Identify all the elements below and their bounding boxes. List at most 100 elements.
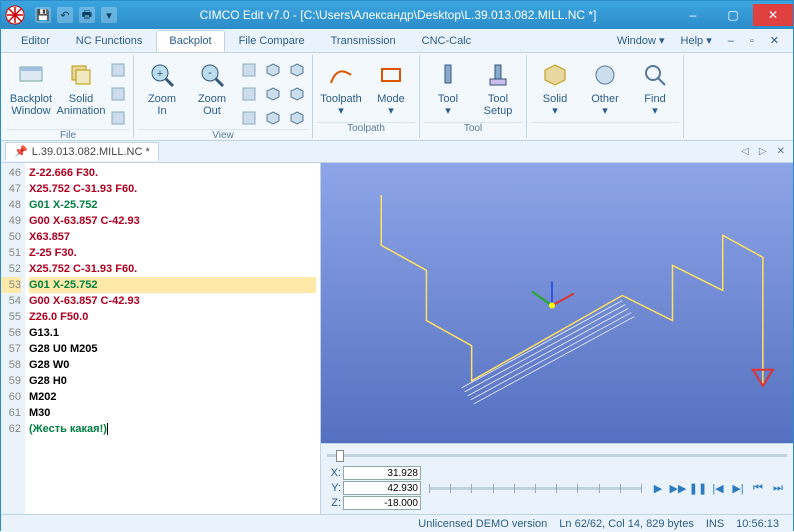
skip-fwd-button[interactable]: ⏭: [769, 479, 787, 497]
find-label: Find ▾: [644, 93, 665, 117]
maximize-button[interactable]: ▢: [713, 4, 753, 26]
solid-animation-icon: [65, 59, 97, 91]
step-back-button[interactable]: |◀: [709, 479, 727, 497]
ribbon-small-0-2[interactable]: [107, 107, 129, 129]
ribbon-small-0-0[interactable]: [107, 59, 129, 81]
tab-file-compare[interactable]: File Compare: [227, 31, 317, 51]
code-line: Z-22.666 F30.: [29, 165, 316, 181]
app-icon: [1, 1, 29, 29]
ribbon-small-0-1[interactable]: [107, 83, 129, 105]
status-ins: INS: [700, 518, 730, 530]
svg-text:+: +: [157, 68, 163, 80]
save-icon[interactable]: 💾: [35, 7, 51, 23]
document-tabs: 📌 L.39.013.082.MILL.NC * ◁ ▷ ✕: [1, 141, 793, 163]
titlebar: 💾 ↶ 🖶 ▾ CIMCO Edit v7.0 - [C:\Users\Алек…: [1, 1, 793, 29]
group-label: File: [7, 129, 129, 141]
tool-setup-button[interactable]: Tool Setup: [474, 59, 522, 117]
coord-z-input[interactable]: [343, 496, 421, 510]
code-line: M30: [29, 405, 316, 421]
mdi-minimize[interactable]: –: [722, 33, 740, 49]
file-tab-label: L.39.013.082.MILL.NC *: [32, 146, 150, 158]
backplot-window-icon: [15, 59, 47, 91]
menu-help[interactable]: Help ▾: [675, 32, 718, 49]
backplot-window-button[interactable]: Backplot Window: [7, 59, 55, 117]
view-cube-1[interactable]: [286, 83, 308, 105]
tab-cnc-calc[interactable]: CNC-Calc: [410, 31, 484, 51]
view-cube-2[interactable]: [262, 107, 284, 129]
view-cube-2[interactable]: [286, 107, 308, 129]
mdi-close[interactable]: ✕: [764, 32, 785, 49]
tab-editor[interactable]: Editor: [9, 31, 62, 51]
toolpath-label: Toolpath ▾: [320, 93, 362, 117]
speed-slider[interactable]: [429, 481, 641, 495]
tool-button[interactable]: Tool ▾: [424, 59, 472, 117]
zoom-in-icon: +: [146, 59, 178, 91]
playback-panel: X: Y: Z: ▶ ▶▶ ❚❚ |◀ ▶| ⏮ ⏭: [321, 443, 793, 514]
code-line: G13.1: [29, 325, 316, 341]
tab-nc-functions[interactable]: NC Functions: [64, 31, 155, 51]
code-line: G28 U0 M205: [29, 341, 316, 357]
view-cube-0[interactable]: [262, 59, 284, 81]
other-icon: [589, 59, 621, 91]
code-line: X25.752 C-31.93 F60.: [29, 181, 316, 197]
close-button[interactable]: ✕: [753, 4, 793, 26]
mode-label: Mode ▾: [377, 93, 405, 117]
backplot-window-label: Backplot Window: [10, 93, 52, 117]
nc-editor[interactable]: 4647484950515253545556575859606162 Z-22.…: [1, 163, 321, 514]
print-icon[interactable]: 🖶: [79, 7, 95, 23]
coord-x-input[interactable]: [343, 466, 421, 480]
undo-icon[interactable]: ↶: [57, 7, 73, 23]
toolpath-icon: [325, 59, 357, 91]
play-button[interactable]: ▶: [649, 479, 667, 497]
other-button[interactable]: Other ▾: [581, 59, 629, 117]
file-tab[interactable]: 📌 L.39.013.082.MILL.NC *: [5, 142, 159, 161]
minimize-button[interactable]: –: [673, 4, 713, 26]
code-line: M202: [29, 389, 316, 405]
status-time: 10:56:13: [730, 518, 785, 530]
menu-window[interactable]: Window ▾: [611, 32, 671, 49]
mode-icon: [375, 59, 407, 91]
code-line: G28 H0: [29, 373, 316, 389]
tab-transmission[interactable]: Transmission: [319, 31, 408, 51]
skip-back-button[interactable]: ⏮: [749, 479, 767, 497]
statusbar: Unlicensed DEMO version Ln 62/62, Col 14…: [1, 514, 793, 532]
backplot-panel: X: Y: Z: ▶ ▶▶ ❚❚ |◀ ▶| ⏮ ⏭: [321, 163, 793, 514]
file-pin-icon[interactable]: 📌: [14, 145, 28, 158]
fast-forward-button[interactable]: ▶▶: [669, 479, 687, 497]
coord-y-input[interactable]: [343, 481, 421, 495]
group-label: Tool: [424, 122, 522, 138]
code-line: Z-25 F30.: [29, 245, 316, 261]
tool-setup-icon: [482, 59, 514, 91]
code-line: G00 X-63.857 C-42.93: [29, 293, 316, 309]
tab-nav-left[interactable]: ◁: [737, 146, 753, 157]
status-version: Unlicensed DEMO version: [412, 518, 553, 530]
coord-label-x: X:: [327, 467, 341, 479]
zoom-in-button[interactable]: +Zoom In: [138, 59, 186, 117]
code-line: G00 X-63.857 C-42.93: [29, 213, 316, 229]
solid-button[interactable]: Solid ▾: [531, 59, 579, 117]
find-button[interactable]: Find ▾: [631, 59, 679, 117]
ribbon: Backplot WindowSolid Animation File +Zoom …: [1, 53, 793, 141]
solid-animation-button[interactable]: Solid Animation: [57, 59, 105, 117]
view-cube-1[interactable]: [262, 83, 284, 105]
mdi-restore[interactable]: ▫: [744, 33, 760, 49]
qat-dropdown[interactable]: ▾: [101, 7, 117, 23]
quick-access-toolbar: 💾 ↶ 🖶 ▾: [29, 7, 123, 23]
tab-nav-right[interactable]: ▷: [755, 146, 771, 157]
tab-nav-close[interactable]: ✕: [773, 146, 789, 157]
view-cube-0[interactable]: [286, 59, 308, 81]
timeline-slider[interactable]: [327, 448, 787, 462]
ribbon-small-1-0[interactable]: [238, 59, 260, 81]
zoom-out-button[interactable]: -Zoom Out: [188, 59, 236, 117]
step-fwd-button[interactable]: ▶|: [729, 479, 747, 497]
code-line: X63.857: [29, 229, 316, 245]
code-line: G28 W0: [29, 357, 316, 373]
ribbon-small-1-1[interactable]: [238, 83, 260, 105]
code-area[interactable]: Z-22.666 F30.X25.752 C-31.93 F60.G01 X-2…: [25, 163, 320, 514]
pause-button[interactable]: ❚❚: [689, 479, 707, 497]
toolpath-button[interactable]: Toolpath ▾: [317, 59, 365, 117]
3d-viewport[interactable]: [321, 163, 793, 443]
tab-backplot[interactable]: Backplot: [156, 30, 224, 52]
mode-button[interactable]: Mode ▾: [367, 59, 415, 117]
ribbon-small-1-2[interactable]: [238, 107, 260, 129]
